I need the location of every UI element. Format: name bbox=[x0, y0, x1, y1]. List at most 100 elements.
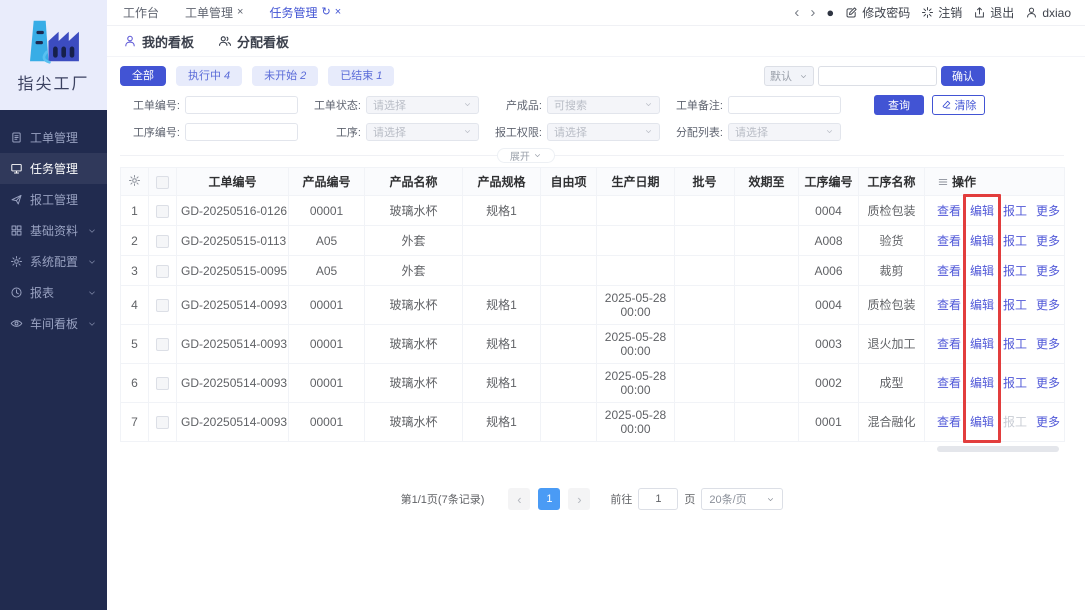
search-button[interactable]: 查询 bbox=[874, 94, 924, 115]
report-link[interactable]: 报工 bbox=[1003, 234, 1027, 248]
refresh-icon[interactable]: ↻ bbox=[321, 7, 330, 18]
row-checkbox[interactable] bbox=[156, 338, 169, 352]
view-link[interactable]: 查看 bbox=[937, 204, 961, 218]
cell-value: 规格1 bbox=[486, 337, 517, 351]
view-link[interactable]: 查看 bbox=[937, 337, 961, 351]
topbar-action-exit[interactable]: 退出 bbox=[973, 4, 1014, 21]
more-link[interactable]: 更多 bbox=[1036, 337, 1060, 351]
edit-link[interactable]: 编辑 bbox=[970, 337, 994, 351]
history-back-icon[interactable]: ‹ bbox=[794, 5, 799, 20]
view-link[interactable]: 查看 bbox=[937, 264, 961, 278]
report-link[interactable]: 报工 bbox=[1003, 376, 1027, 390]
goto-page-input[interactable] bbox=[638, 488, 679, 510]
person-icon bbox=[1027, 7, 1037, 18]
status-chip-2[interactable]: 未开始 2 bbox=[252, 66, 319, 86]
close-icon[interactable]: × bbox=[237, 7, 243, 18]
column-settings-header[interactable] bbox=[120, 167, 149, 196]
sidebar-item-base-data[interactable]: 基础资料 bbox=[0, 215, 107, 246]
theme-circle-icon[interactable]: ● bbox=[826, 6, 834, 19]
edit-link[interactable]: 编辑 bbox=[970, 204, 994, 218]
expand-button[interactable]: 展开 bbox=[496, 148, 555, 163]
topbar-action-deregister[interactable]: 注销 bbox=[921, 4, 962, 21]
window-tab-workbench[interactable]: 工作台 bbox=[123, 4, 159, 21]
status-chip-1[interactable]: 执行中 4 bbox=[176, 66, 243, 86]
table-cell: GD-20250516-0126 bbox=[176, 195, 289, 226]
filter-label-order-status: 工单状态: bbox=[313, 99, 361, 112]
clear-button[interactable]: 清除 bbox=[932, 94, 985, 115]
sidebar-item-reports[interactable]: 报表 bbox=[0, 277, 107, 308]
more-link[interactable]: 更多 bbox=[1036, 204, 1060, 218]
report-link[interactable]: 报工 bbox=[1003, 264, 1027, 278]
filter-select-process[interactable]: 请选择 bbox=[366, 122, 479, 141]
view-link[interactable]: 查看 bbox=[937, 415, 961, 429]
row-checkbox[interactable] bbox=[156, 416, 169, 430]
filter-input-order-no[interactable] bbox=[185, 95, 298, 114]
edit-link[interactable]: 编辑 bbox=[970, 298, 994, 312]
sidebar-item-report-mgmt[interactable]: 报工管理 bbox=[0, 184, 107, 215]
sidebar-item-work-order-mgmt[interactable]: 工单管理 bbox=[0, 122, 107, 153]
report-link[interactable]: 报工 bbox=[1003, 337, 1027, 351]
filter-select-order-status[interactable]: 请选择 bbox=[366, 95, 479, 114]
document-icon bbox=[12, 132, 21, 143]
row-checkbox[interactable] bbox=[156, 377, 169, 391]
topbar-action-change-password[interactable]: 修改密码 bbox=[845, 4, 910, 21]
chevron-down-icon bbox=[646, 130, 651, 133]
filter-select-report-permission[interactable]: 请选择 bbox=[547, 122, 660, 141]
horizontal-scrollbar-thumb[interactable] bbox=[937, 446, 1059, 452]
status-chip-3[interactable]: 已结束 1 bbox=[328, 66, 395, 86]
next-page-button[interactable]: › bbox=[568, 488, 591, 510]
cell-value: 0004 bbox=[815, 298, 842, 312]
row-actions: 查看 编辑 报工 更多 bbox=[924, 255, 1065, 286]
board-tab-my-board[interactable]: 我的看板 bbox=[123, 32, 194, 51]
table-cell: 外套 bbox=[364, 255, 463, 286]
row-checkbox[interactable] bbox=[156, 234, 169, 248]
edit-link[interactable]: 编辑 bbox=[970, 376, 994, 390]
edit-link[interactable]: 编辑 bbox=[970, 234, 994, 248]
board-tab-assign-board[interactable]: 分配看板 bbox=[218, 32, 289, 51]
row-checkbox[interactable] bbox=[156, 299, 169, 313]
prev-page-button[interactable]: ‹ bbox=[508, 488, 531, 510]
report-link[interactable]: 报工 bbox=[1003, 298, 1027, 312]
status-chip-0[interactable]: 全部 bbox=[120, 66, 166, 86]
filter-select-product[interactable]: 可搜索 bbox=[547, 95, 660, 114]
window-tab-work-orders[interactable]: 工单管理 × bbox=[185, 4, 243, 21]
board-tab-label: 我的看板 bbox=[142, 34, 195, 50]
more-link[interactable]: 更多 bbox=[1036, 264, 1060, 278]
cell-value: 规格1 bbox=[486, 203, 517, 218]
preset-name-input[interactable] bbox=[818, 66, 937, 86]
expand-label: 展开 bbox=[509, 152, 530, 163]
more-link[interactable]: 更多 bbox=[1036, 415, 1060, 429]
row-checkbox[interactable] bbox=[156, 264, 169, 278]
row-checkbox[interactable] bbox=[156, 204, 169, 218]
view-link[interactable]: 查看 bbox=[937, 376, 961, 390]
table-cell: GD-20250514-0093 bbox=[176, 324, 289, 364]
history-forward-icon[interactable]: › bbox=[810, 5, 815, 20]
view-link[interactable]: 查看 bbox=[937, 298, 961, 312]
page-size-select[interactable]: 20条/页 bbox=[701, 488, 784, 510]
more-link[interactable]: 更多 bbox=[1036, 298, 1060, 312]
table-cell bbox=[540, 195, 597, 226]
select-all-checkbox[interactable] bbox=[156, 175, 169, 189]
more-link[interactable]: 更多 bbox=[1036, 376, 1060, 390]
sidebar-item-task-mgmt[interactable]: 任务管理 bbox=[0, 153, 107, 184]
window-tab-tasks[interactable]: 任务管理 ↻ × bbox=[269, 4, 341, 21]
edit-link[interactable]: 编辑 bbox=[970, 264, 994, 278]
more-link[interactable]: 更多 bbox=[1036, 234, 1060, 248]
close-icon[interactable]: × bbox=[335, 7, 341, 18]
sidebar-item-system-config[interactable]: 系统配置 bbox=[0, 246, 107, 277]
report-link[interactable]: 报工 bbox=[1003, 204, 1027, 218]
filter-select-assign-list[interactable]: 请选择 bbox=[728, 122, 841, 141]
table-cell: A006 bbox=[798, 255, 859, 286]
table-row: 2 GD-20250515-0113 A05 外套 A008 验货 查看 编辑 报工 更多 bbox=[120, 225, 1065, 256]
table-cell bbox=[540, 225, 597, 256]
preset-select[interactable]: 默认 bbox=[764, 66, 814, 86]
topbar-action-user[interactable]: dxiao bbox=[1025, 6, 1071, 20]
page-number-button[interactable]: 1 bbox=[538, 488, 561, 510]
filter-input-order-remark[interactable] bbox=[728, 95, 841, 114]
filter-input-process-no[interactable] bbox=[185, 122, 298, 141]
table-cell bbox=[540, 402, 597, 442]
confirm-button[interactable]: 确认 bbox=[941, 66, 985, 86]
sidebar-item-workshop-board[interactable]: 车间看板 bbox=[0, 308, 107, 339]
edit-link[interactable]: 编辑 bbox=[970, 415, 994, 429]
view-link[interactable]: 查看 bbox=[937, 234, 961, 248]
